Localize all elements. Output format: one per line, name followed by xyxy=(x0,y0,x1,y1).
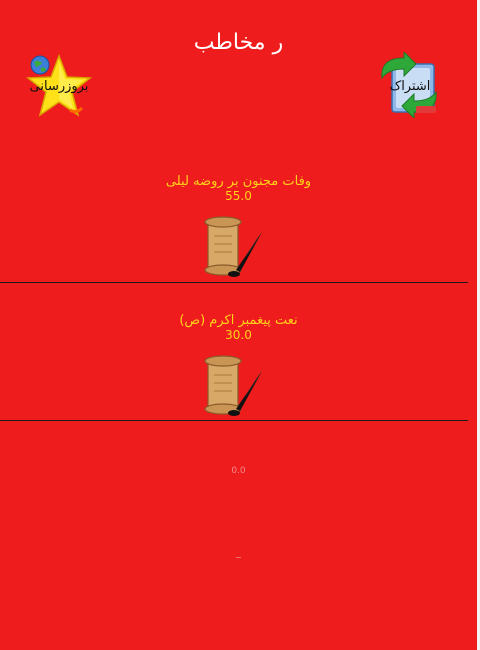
list-item[interactable]: وفات مجنون بر روضه لیلی 55.0 xyxy=(0,174,477,278)
scroll-quill-icon xyxy=(204,355,262,416)
scroll-quill-icon xyxy=(204,216,262,277)
share-button-label: اشتراک xyxy=(389,79,431,94)
item-title: نعت پیغمبر اکرم (ص) xyxy=(179,313,298,328)
update-button[interactable]: بروزرسانی xyxy=(26,54,92,118)
share-button[interactable]: اشتراک xyxy=(376,52,442,118)
app-screen: ر مخاطب بروزرسانی اشتراک وفات مجنون بر ر… xyxy=(0,0,477,650)
update-button-label: بروزرسانی xyxy=(29,79,89,94)
item-value: 0.0 xyxy=(231,466,246,476)
item-title: وفات مجنون بر روضه لیلی xyxy=(165,174,312,189)
faint-mark xyxy=(236,557,241,558)
divider xyxy=(0,282,468,283)
item-value: 55.0 xyxy=(225,189,252,203)
divider xyxy=(0,420,468,421)
list-item[interactable]: نعت پیغمبر اکرم (ص) 30.0 xyxy=(0,313,477,417)
item-value: 30.0 xyxy=(225,328,252,342)
